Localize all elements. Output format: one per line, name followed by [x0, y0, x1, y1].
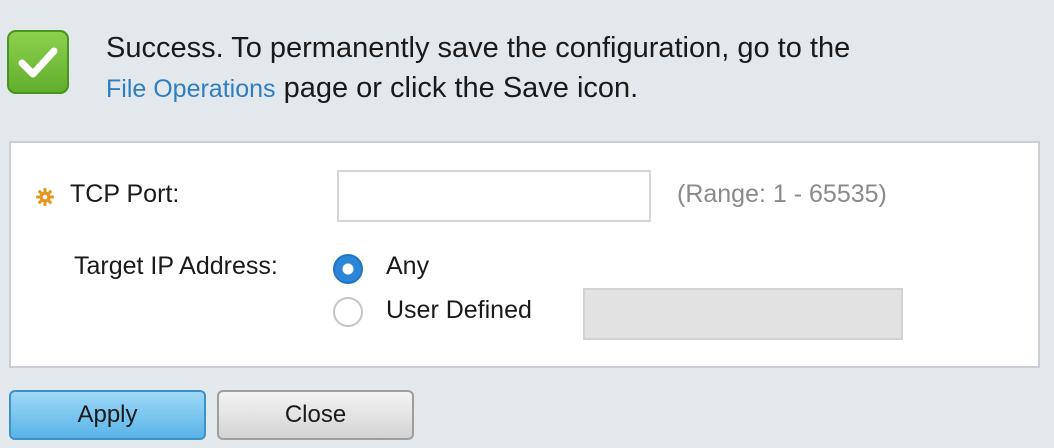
check-icon: [7, 30, 69, 94]
success-message-suffix: page or click the Save icon.: [275, 72, 639, 104]
any-radio-label[interactable]: Any: [386, 252, 429, 281]
success-banner: Success. To permanently save the configu…: [0, 0, 1054, 124]
user-defined-ip-input: [583, 288, 903, 340]
file-operations-link[interactable]: File Operations: [106, 75, 276, 103]
any-radio[interactable]: [333, 254, 363, 284]
close-button[interactable]: Close: [217, 390, 414, 440]
tcp-port-range-hint: (Range: 1 - 65535): [677, 180, 887, 208]
success-message-line1: Success. To permanently save the configu…: [106, 32, 851, 64]
tcp-port-label: TCP Port:: [70, 180, 180, 208]
apply-button[interactable]: Apply: [9, 390, 206, 440]
success-message: Success. To permanently save the configu…: [106, 28, 850, 109]
tcp-port-input[interactable]: [337, 170, 651, 222]
success-message-line2: File Operations page or click the Save i…: [106, 68, 850, 109]
target-ip-label: Target IP Address:: [74, 252, 278, 280]
user-defined-radio[interactable]: [333, 297, 363, 327]
user-defined-radio-label[interactable]: User Defined: [386, 296, 532, 325]
required-gear-icon: [36, 188, 54, 206]
